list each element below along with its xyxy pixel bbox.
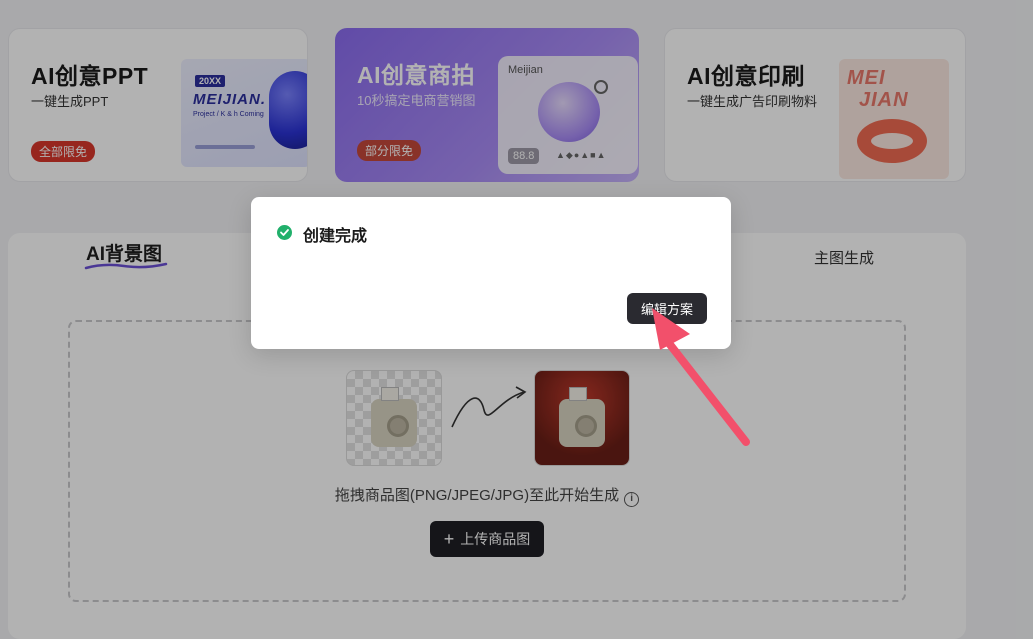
dialog-title: 创建完成 (303, 228, 368, 245)
success-check-icon (277, 225, 292, 240)
pointer-arrow-annotation (652, 308, 750, 446)
app-page: AI创意PPT 一键生成PPT 全部限免 20XX MEIJIAN. Proje… (0, 0, 1033, 639)
